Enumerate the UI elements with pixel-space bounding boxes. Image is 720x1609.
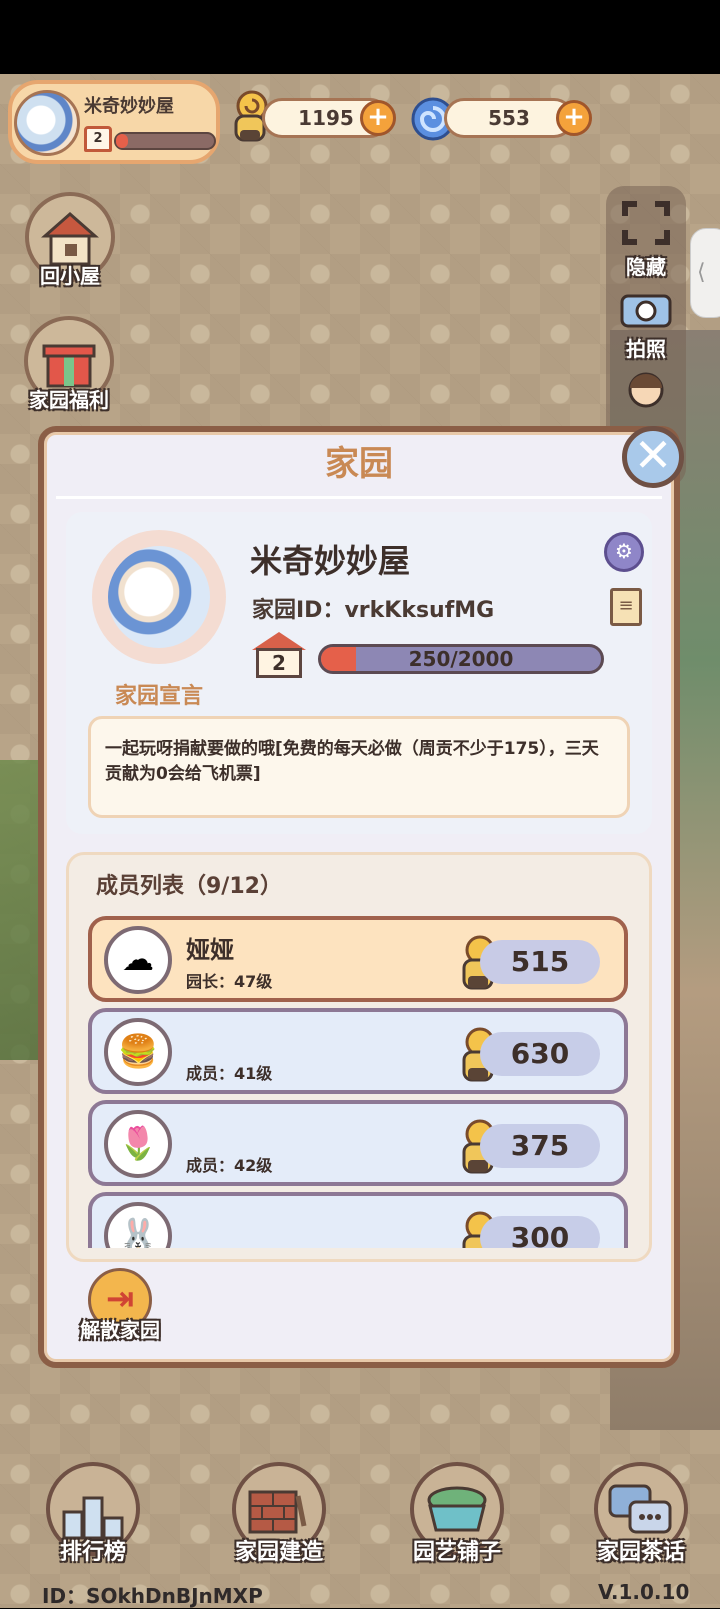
profile-xp-bar bbox=[114, 132, 216, 150]
fullscreen-icon bbox=[622, 201, 670, 245]
member-row[interactable]: 🌷 成员：42级 375 bbox=[88, 1100, 628, 1186]
ranking-button[interactable]: 排行榜 bbox=[28, 1462, 158, 1566]
copy-icon: ≡ bbox=[618, 595, 634, 616]
member-role: 成员：42级 bbox=[186, 1156, 273, 1175]
ranking-label: 排行榜 bbox=[59, 1540, 126, 1565]
photo-button[interactable]: 拍照 bbox=[610, 288, 682, 362]
garden-chat-label: 家园茶话 bbox=[596, 1540, 685, 1565]
disband-garden-label: 解散家园 bbox=[80, 1318, 160, 1342]
swirl-gem-counter: 553 bbox=[444, 98, 574, 138]
member-contribution: 630 bbox=[480, 1032, 600, 1076]
member-list[interactable]: ☁ 娅娅 园长：47级 515 🍔 成员：41级 630 🌷 成员：42级 37… bbox=[86, 916, 632, 1248]
garden-shop-button[interactable]: 园艺铺子 bbox=[392, 1462, 522, 1566]
garden-level-value: 2 bbox=[256, 648, 302, 678]
character-button[interactable] bbox=[610, 370, 682, 419]
announcement-box: 一起玩呀捐献要做的哦[免费的每天必做（周贡不少于175），三天贡献为0会给飞机票… bbox=[88, 716, 630, 818]
garden-name: 米奇妙妙屋 bbox=[250, 542, 411, 580]
member-name: 娅娅 bbox=[186, 936, 234, 964]
photo-label: 拍照 bbox=[626, 337, 666, 361]
camera-icon bbox=[620, 294, 672, 328]
garden-welfare-button[interactable]: 家园福利 bbox=[14, 316, 124, 413]
member-contribution: 515 bbox=[480, 940, 600, 984]
cloud-face-icon: ☁ bbox=[104, 926, 172, 994]
hide-ui-button[interactable]: 隐藏 bbox=[610, 200, 682, 280]
garden-id: 家园ID：vrkKksufMG bbox=[252, 598, 495, 623]
member-list-title: 成员列表（9/12） bbox=[96, 874, 282, 899]
declaration-button[interactable]: 家园宣言 bbox=[92, 678, 226, 710]
member-row[interactable]: 🐰 300 bbox=[88, 1192, 628, 1248]
side-drawer-tab[interactable]: ⟨ bbox=[690, 228, 720, 318]
garden-welfare-label: 家园福利 bbox=[29, 388, 109, 412]
garden-build-button[interactable]: 家园建造 bbox=[214, 1462, 344, 1566]
member-role: 成员：41级 bbox=[186, 1064, 273, 1083]
garden-avatar-small bbox=[14, 90, 80, 156]
member-contribution: 375 bbox=[480, 1124, 600, 1168]
character-icon bbox=[628, 372, 664, 408]
member-role: 园长：47级 bbox=[186, 972, 273, 991]
copy-id-button[interactable]: ≡ bbox=[610, 588, 642, 626]
back-home-button[interactable]: 回小屋 bbox=[20, 192, 120, 289]
back-home-label: 回小屋 bbox=[40, 264, 100, 288]
hide-ui-label: 隐藏 bbox=[626, 255, 666, 279]
garden-chat-button[interactable]: 家园茶话 bbox=[576, 1462, 706, 1566]
dialog-title: 家园 bbox=[325, 444, 393, 484]
add-gems-button[interactable]: + bbox=[556, 100, 592, 136]
close-icon: ✕ bbox=[633, 428, 673, 482]
status-bar bbox=[0, 0, 720, 74]
add-coins-button[interactable]: + bbox=[360, 100, 396, 136]
profile-level-badge: 2 bbox=[84, 126, 112, 152]
app-version: V.1.0.10 bbox=[598, 1580, 690, 1604]
member-row[interactable]: ☁ 娅娅 园长：47级 515 bbox=[88, 916, 628, 1002]
player-id: ID：SOkhDnBJnMXP bbox=[42, 1584, 263, 1608]
burger-icon: 🍔 bbox=[104, 1018, 172, 1086]
member-contribution: 300 bbox=[480, 1216, 600, 1248]
garden-shop-label: 园艺铺子 bbox=[412, 1540, 501, 1565]
garden-build-label: 家园建造 bbox=[234, 1540, 323, 1565]
garden-level-badge: 2 bbox=[252, 632, 306, 678]
settings-button[interactable]: ⚙ bbox=[604, 532, 644, 572]
garden-xp-text: 250/2000 bbox=[408, 647, 514, 671]
gear-icon: ⚙ bbox=[615, 539, 633, 563]
disband-garden-button[interactable]: ⇥ 解散家园 bbox=[60, 1268, 180, 1343]
title-divider bbox=[56, 496, 662, 499]
bunny-icon: 🐰 bbox=[104, 1202, 172, 1248]
profile-name: 米奇妙妙屋 bbox=[84, 96, 174, 117]
tulip-icon: 🌷 bbox=[104, 1110, 172, 1178]
garden-avatar bbox=[108, 546, 210, 648]
close-button[interactable]: ✕ bbox=[622, 426, 684, 488]
garden-xp-bar: 250/2000 bbox=[318, 644, 604, 674]
member-row[interactable]: 🍔 成员：41级 630 bbox=[88, 1008, 628, 1094]
